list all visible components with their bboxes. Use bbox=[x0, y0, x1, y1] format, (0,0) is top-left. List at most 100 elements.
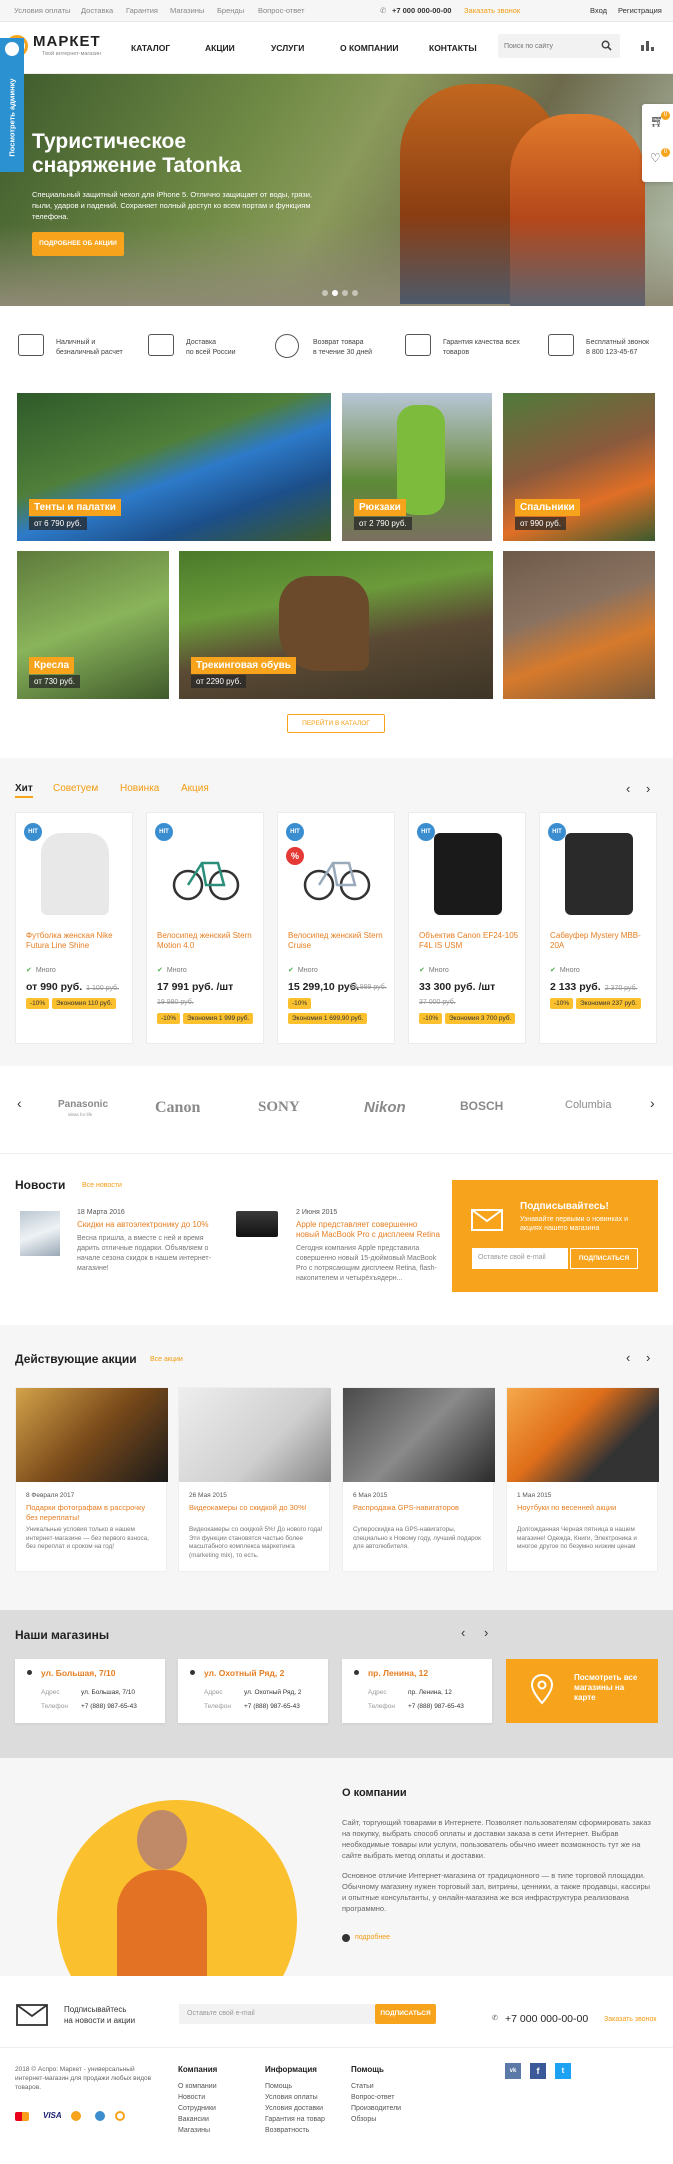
promo-card[interactable]: 1 Мая 2015 Ноутбуки по весенней акции Долг… bbox=[506, 1387, 659, 1572]
category-tile-chairs[interactable]: Кресла от 730 руб. bbox=[17, 551, 169, 699]
footer-link[interactable]: Статьи bbox=[351, 2083, 374, 2090]
promos-next-arrow[interactable]: › bbox=[646, 1350, 650, 1365]
promo-title[interactable]: Распродажа GPS-навигаторов bbox=[353, 1503, 485, 1513]
news-title-2[interactable]: Apple представляет совершенно новый MacB… bbox=[296, 1220, 441, 1240]
search-icon[interactable] bbox=[601, 40, 612, 51]
register-link[interactable]: Регистрация bbox=[618, 6, 662, 15]
slider-dot[interactable] bbox=[332, 290, 338, 296]
store-card[interactable]: ул. Большая, 7/10 Адрес ул. Большая, 7/10 Т… bbox=[15, 1659, 165, 1723]
nav-about[interactable]: О КОМПАНИИ bbox=[340, 43, 398, 53]
nav-catalog[interactable]: КАТАЛОГ bbox=[131, 43, 170, 53]
brand-panasonic[interactable]: Panasonic bbox=[58, 1099, 108, 1110]
product-name[interactable]: Футболка женская Nike Futura Line Shine bbox=[26, 931, 126, 951]
product-image[interactable] bbox=[434, 833, 502, 915]
promo-card[interactable]: 26 Мая 2015 Видеокамеры со скидкой до 30%… bbox=[178, 1387, 331, 1572]
product-image[interactable] bbox=[172, 833, 240, 915]
product-name[interactable]: Велосипед женский Stern Cruise bbox=[288, 931, 388, 951]
category-tile-boots[interactable]: Трекинговая обувь от 2290 руб. bbox=[179, 551, 493, 699]
nav-promos[interactable]: АКЦИИ bbox=[205, 43, 235, 53]
promo-image[interactable] bbox=[16, 1388, 168, 1482]
promo-card[interactable]: 8 Февраля 2017 Подарки фотографам в расср… bbox=[15, 1387, 168, 1572]
vk-icon[interactable]: vk bbox=[505, 2063, 521, 2079]
subscribe-email-input[interactable]: Оставьте свой e-mail bbox=[472, 1248, 568, 1269]
twitter-icon[interactable]: t bbox=[555, 2063, 571, 2079]
category-tile-axes[interactable] bbox=[503, 551, 655, 699]
footer-callback-link[interactable]: Заказать звонок bbox=[604, 2016, 656, 2023]
nav-contacts[interactable]: КОНТАКТЫ bbox=[429, 43, 477, 53]
product-card[interactable]: HIT Футболка женская Nike Futura Line Shi… bbox=[15, 812, 133, 1044]
login-link[interactable]: Вход bbox=[590, 6, 607, 15]
product-card[interactable]: HIT% Велосипед женский Stern Cruise ✔ Много… bbox=[277, 812, 395, 1044]
brand-columbia[interactable]: Columbia bbox=[565, 1099, 611, 1111]
stores-map-button[interactable]: Посмотреть все магазины на карте bbox=[506, 1659, 658, 1723]
topbar-link-delivery[interactable]: Доставка bbox=[81, 6, 113, 15]
facebook-icon[interactable]: f bbox=[530, 2063, 546, 2079]
logo[interactable]: МАРКЕТ bbox=[33, 33, 101, 50]
stores-next-arrow[interactable]: › bbox=[484, 1625, 488, 1640]
product-name[interactable]: Объектив Canon EF24-105 F4L IS USM bbox=[419, 931, 519, 951]
product-image[interactable] bbox=[565, 833, 633, 915]
store-name[interactable]: ул. Большая, 7/10 bbox=[41, 1668, 116, 1678]
footer-link[interactable]: Условия оплаты bbox=[265, 2094, 318, 2101]
catalog-button[interactable]: ПЕРЕЙТИ В КАТАЛОГ bbox=[287, 714, 385, 733]
brand-bosch[interactable]: BOSCH bbox=[460, 1099, 503, 1113]
search-box[interactable] bbox=[498, 34, 620, 58]
search-input[interactable] bbox=[504, 39, 594, 53]
slider-dot[interactable] bbox=[352, 290, 358, 296]
products-prev-arrow[interactable]: ‹ bbox=[626, 781, 630, 796]
store-card[interactable]: пр. Ленина, 12 Адрес пр. Ленина, 12 Телефон… bbox=[342, 1659, 492, 1723]
promos-all-link[interactable]: Все акции bbox=[150, 1356, 183, 1363]
product-card[interactable]: HIT Объектив Canon EF24-105 F4L IS USM ✔ Мн… bbox=[408, 812, 526, 1044]
footer-link[interactable]: Новости bbox=[178, 2094, 205, 2101]
footer-link[interactable]: Вопрос-ответ bbox=[351, 2094, 394, 2101]
brand-nikon[interactable]: Nikon bbox=[364, 1099, 406, 1116]
footer-link[interactable]: О компании bbox=[178, 2083, 217, 2090]
footer-link[interactable]: Сотрудники bbox=[178, 2105, 216, 2112]
promo-card[interactable]: 6 Мая 2015 Распродажа GPS-навигаторов Супе… bbox=[342, 1387, 495, 1572]
category-tile-sleeping-bags[interactable]: Спальники от 990 руб. bbox=[503, 393, 655, 541]
promo-image[interactable] bbox=[179, 1388, 331, 1482]
brands-prev-arrow[interactable]: ‹ bbox=[17, 1095, 22, 1111]
footer-link[interactable]: Производители bbox=[351, 2105, 401, 2112]
topbar-callback-link[interactable]: Заказать звонок bbox=[464, 6, 520, 15]
footer-link[interactable]: Помощь bbox=[265, 2083, 292, 2090]
product-card[interactable]: HIT Велосипед женский Stern Motion 4.0 ✔ Мн… bbox=[146, 812, 264, 1044]
store-name[interactable]: ул. Охотный Ряд, 2 bbox=[204, 1668, 284, 1678]
promo-image[interactable] bbox=[343, 1388, 495, 1482]
promo-title[interactable]: Видеокамеры со скидкой до 30%! bbox=[189, 1503, 321, 1513]
footer-phone[interactable]: +7 000 000-00-00 bbox=[505, 2013, 588, 2025]
category-tile-tents[interactable]: Тенты и палатки от 6 790 руб. bbox=[17, 393, 331, 541]
footer-subscribe-button[interactable]: ПОДПИСАТЬСЯ bbox=[375, 2004, 436, 2024]
tab-new[interactable]: Новинка bbox=[120, 783, 159, 794]
promo-title[interactable]: Ноутбуки по весенней акции bbox=[517, 1503, 649, 1513]
about-more-link[interactable]: подробнее bbox=[355, 1934, 390, 1941]
topbar-link-faq[interactable]: Вопрос-ответ bbox=[258, 6, 305, 15]
news-all-link[interactable]: Все новости bbox=[82, 1182, 122, 1189]
brands-next-arrow[interactable]: › bbox=[650, 1095, 655, 1111]
topbar-link-stores[interactable]: Магазины bbox=[170, 6, 204, 15]
tab-recommended[interactable]: Советуем bbox=[53, 783, 98, 794]
brand-canon[interactable]: Canon bbox=[155, 1099, 200, 1117]
slider-dot[interactable] bbox=[322, 290, 328, 296]
tab-hit[interactable]: Хит bbox=[15, 783, 33, 798]
topbar-link-warranty[interactable]: Гарантия bbox=[126, 6, 158, 15]
store-card[interactable]: ул. Охотный Ряд, 2 Адрес ул. Охотный Ряд, … bbox=[178, 1659, 328, 1723]
compare-icon[interactable] bbox=[639, 37, 655, 53]
footer-link[interactable]: Обзоры bbox=[351, 2116, 376, 2123]
news-title-1[interactable]: Скидки на автоэлектронику до 10% bbox=[77, 1220, 217, 1230]
topbar-link-brands[interactable]: Бренды bbox=[217, 6, 244, 15]
footer-link[interactable]: Условия доставки bbox=[265, 2105, 323, 2112]
footer-link[interactable]: Вакансии bbox=[178, 2116, 209, 2123]
footer-email-input[interactable]: Оставьте свой e-mail bbox=[179, 2004, 375, 2024]
footer-link[interactable]: Возвратность bbox=[265, 2127, 309, 2134]
product-name[interactable]: Сабвуфер Mystery MBB-20A bbox=[550, 931, 650, 951]
product-name[interactable]: Велосипед женский Stern Motion 4.0 bbox=[157, 931, 257, 951]
subscribe-button[interactable]: ПОДПИСАТЬСЯ bbox=[570, 1248, 638, 1269]
topbar-phone[interactable]: +7 000 000-00-00 bbox=[392, 6, 451, 15]
slider-dot[interactable] bbox=[342, 290, 348, 296]
brand-sony[interactable]: SONY bbox=[258, 1099, 300, 1116]
category-tile-backpacks[interactable]: Рюкзаки от 2 790 руб. bbox=[342, 393, 492, 541]
promos-prev-arrow[interactable]: ‹ bbox=[626, 1350, 630, 1365]
nav-services[interactable]: УСЛУГИ bbox=[271, 43, 304, 53]
footer-link[interactable]: Гарантия на товар bbox=[265, 2116, 325, 2123]
